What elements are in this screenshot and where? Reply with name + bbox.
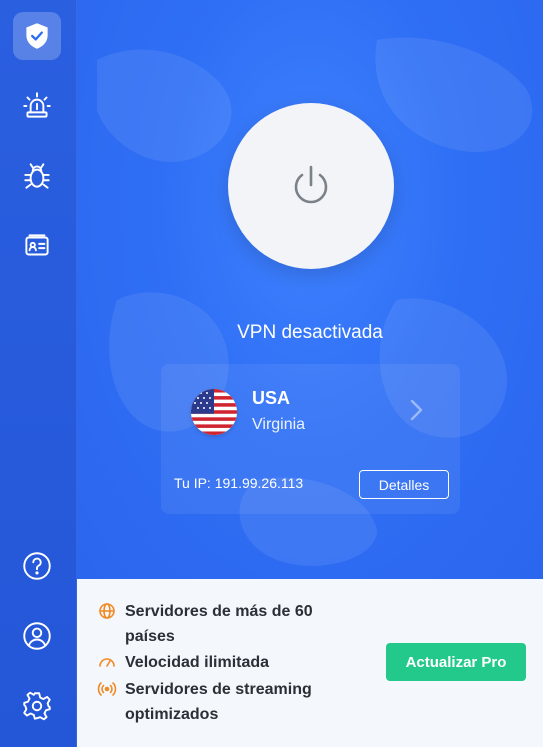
speedometer-icon <box>99 658 115 667</box>
feature-item: Velocidad ilimitada <box>97 650 355 675</box>
feature-text: Servidores de más de 60 países <box>125 603 313 645</box>
us-flag-icon <box>191 389 237 435</box>
settings-icon <box>23 691 51 721</box>
sidebar-item-alerts[interactable] <box>13 82 61 130</box>
feature-item: Servidores de más de 60 países <box>97 599 355 649</box>
ip-address-text: Tu IP: 191.99.26.113 <box>174 475 304 491</box>
feature-text: Servidores de streaming optimizados <box>125 681 312 723</box>
vpn-app: VPN desactivada USA Virginia Tu IP: 191.… <box>0 0 543 747</box>
region-name: Virginia <box>252 416 306 433</box>
sidebar-item-identity[interactable] <box>13 222 61 270</box>
vpn-status-text: VPN desactivada <box>237 322 383 343</box>
bug-icon <box>24 163 50 189</box>
chevron-right-icon[interactable] <box>405 397 427 423</box>
help-icon <box>23 552 51 580</box>
sidebar-item-settings[interactable] <box>13 682 61 730</box>
feature-text: Velocidad ilimitada <box>125 654 270 671</box>
country-name: USA <box>252 388 291 408</box>
shield-icon <box>26 23 48 49</box>
account-icon <box>23 622 51 650</box>
main-panel: VPN desactivada USA Virginia Tu IP: 191.… <box>77 0 543 579</box>
sidebar-item-account[interactable] <box>13 612 61 660</box>
globe-icon <box>99 603 115 619</box>
sidebar-item-antivirus[interactable] <box>13 152 61 200</box>
alarm-icon <box>23 92 51 118</box>
id-card-icon <box>25 234 49 256</box>
power-button[interactable] <box>228 103 394 269</box>
sidebar <box>0 0 77 747</box>
sidebar-item-vpn[interactable] <box>13 12 61 60</box>
location-card[interactable]: USA Virginia Tu IP: 191.99.26.113 Detall… <box>161 364 460 514</box>
power-icon <box>294 165 328 204</box>
upgrade-pro-button[interactable]: Actualizar Pro <box>386 643 526 681</box>
broadcast-icon <box>97 682 117 696</box>
sidebar-item-help[interactable] <box>13 542 61 590</box>
details-button[interactable]: Detalles <box>359 470 449 499</box>
feature-item: Servidores de streaming optimizados <box>97 677 355 727</box>
upgrade-promo-panel: Servidores de más de 60 países Velocidad… <box>77 579 543 747</box>
